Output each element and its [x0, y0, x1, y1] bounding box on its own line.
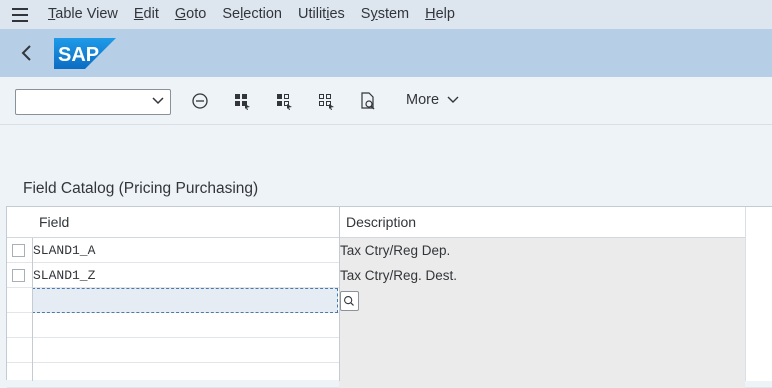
command-field-combobox[interactable] — [15, 89, 171, 115]
field-cell[interactable]: SLAND1_A — [33, 238, 95, 263]
table-row[interactable]: SLAND1_A Tax Ctry/Reg Dep. — [7, 238, 772, 263]
table-row[interactable]: SLAND1_Z Tax Ctry/Reg. Dest. — [7, 263, 772, 288]
more-button[interactable]: More — [406, 92, 459, 108]
svg-text:SAP: SAP — [58, 44, 99, 66]
field-input-active[interactable] — [32, 288, 338, 313]
field-cell[interactable]: SLAND1_Z — [33, 263, 95, 288]
application-toolbar: More — [0, 77, 772, 125]
deselect-all-icon[interactable] — [317, 92, 335, 110]
sap-logo: SAP — [54, 38, 116, 69]
value-help-icon[interactable] — [340, 291, 359, 311]
back-arrow-icon[interactable] — [16, 41, 38, 65]
menu-selection[interactable]: Selection — [214, 0, 290, 29]
description-cell-empty — [339, 288, 745, 313]
remove-circle-icon[interactable] — [191, 92, 209, 110]
document-detail-icon[interactable] — [359, 92, 377, 110]
select-all-icon[interactable] — [233, 92, 251, 110]
description-cell-empty — [339, 363, 745, 388]
description-cell: Tax Ctry/Reg. Dest. — [339, 263, 745, 288]
column-header-description[interactable]: Description — [340, 207, 745, 238]
menu-utilities[interactable]: Utilities — [290, 0, 353, 29]
column-divider[interactable] — [339, 207, 340, 381]
shell-bar: SAP — [0, 29, 772, 77]
menu-bar: Table View Edit Goto Selection Utilities… — [0, 0, 772, 29]
table-row-empty[interactable] — [7, 363, 772, 388]
chevron-down-icon[interactable] — [152, 97, 164, 105]
column-header-field[interactable]: Field — [7, 207, 339, 238]
description-cell: Tax Ctry/Reg Dep. — [339, 238, 745, 263]
row-selector[interactable] — [7, 238, 33, 263]
table-row-empty[interactable] — [7, 313, 772, 338]
menu-goto[interactable]: Goto — [167, 0, 214, 29]
menu-system[interactable]: System — [353, 0, 417, 29]
row-selector[interactable] — [7, 263, 33, 288]
table-right-pad — [745, 207, 772, 381]
hamburger-menu-icon[interactable] — [0, 0, 40, 29]
menu-table-view[interactable]: Table View — [40, 0, 126, 29]
row-checkbox[interactable] — [12, 244, 25, 257]
column-divider — [32, 238, 33, 381]
chevron-down-icon — [447, 96, 459, 103]
menu-edit[interactable]: Edit — [126, 0, 167, 29]
section-title: Field Catalog (Pricing Purchasing) — [23, 180, 259, 197]
description-cell-empty — [339, 338, 745, 363]
menu-help[interactable]: Help — [417, 0, 463, 29]
field-catalog-table: Field Description SLAND1_A Tax Ctry/Reg … — [6, 206, 772, 388]
table-row-empty[interactable] — [7, 338, 772, 363]
description-cell-empty — [339, 313, 745, 338]
select-block-icon[interactable] — [275, 92, 293, 110]
row-checkbox[interactable] — [12, 269, 25, 282]
